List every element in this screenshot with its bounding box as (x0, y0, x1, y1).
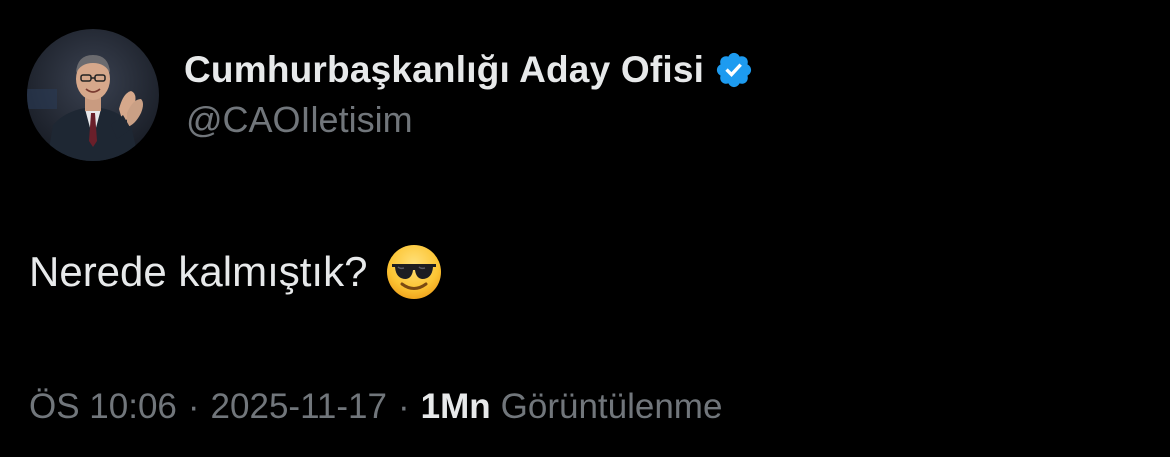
views-label: Görüntülenme (500, 387, 723, 426)
views-count[interactable]: 1Mn (421, 387, 491, 427)
profile-photo-image (27, 29, 159, 161)
smiling-face-with-sunglasses-emoji (385, 243, 443, 301)
avatar[interactable] (27, 29, 159, 161)
tweet-body: Nerede kalmıştık? (29, 242, 443, 302)
tweet-card: Cumhurbaşkanlığı Aday Ofisi @CAOIletisim… (0, 0, 1170, 457)
author-handle[interactable]: @CAOIletisim (186, 99, 413, 141)
meta-separator: · (187, 387, 200, 426)
author-display-name[interactable]: Cumhurbaşkanlığı Aday Ofisi (184, 49, 704, 91)
verified-badge-icon[interactable] (714, 50, 754, 90)
author-name-row: Cumhurbaşkanlığı Aday Ofisi (184, 45, 754, 95)
tweet-meta: ÖS 10:06 · 2025-11-17 · 1Mn Görüntülenme (29, 384, 722, 430)
tweet-date[interactable]: 2025-11-17 (211, 387, 387, 427)
tweet-time[interactable]: ÖS 10:06 (29, 387, 177, 427)
tweet-text: Nerede kalmıştık? (29, 248, 368, 295)
meta-separator: · (397, 387, 410, 426)
